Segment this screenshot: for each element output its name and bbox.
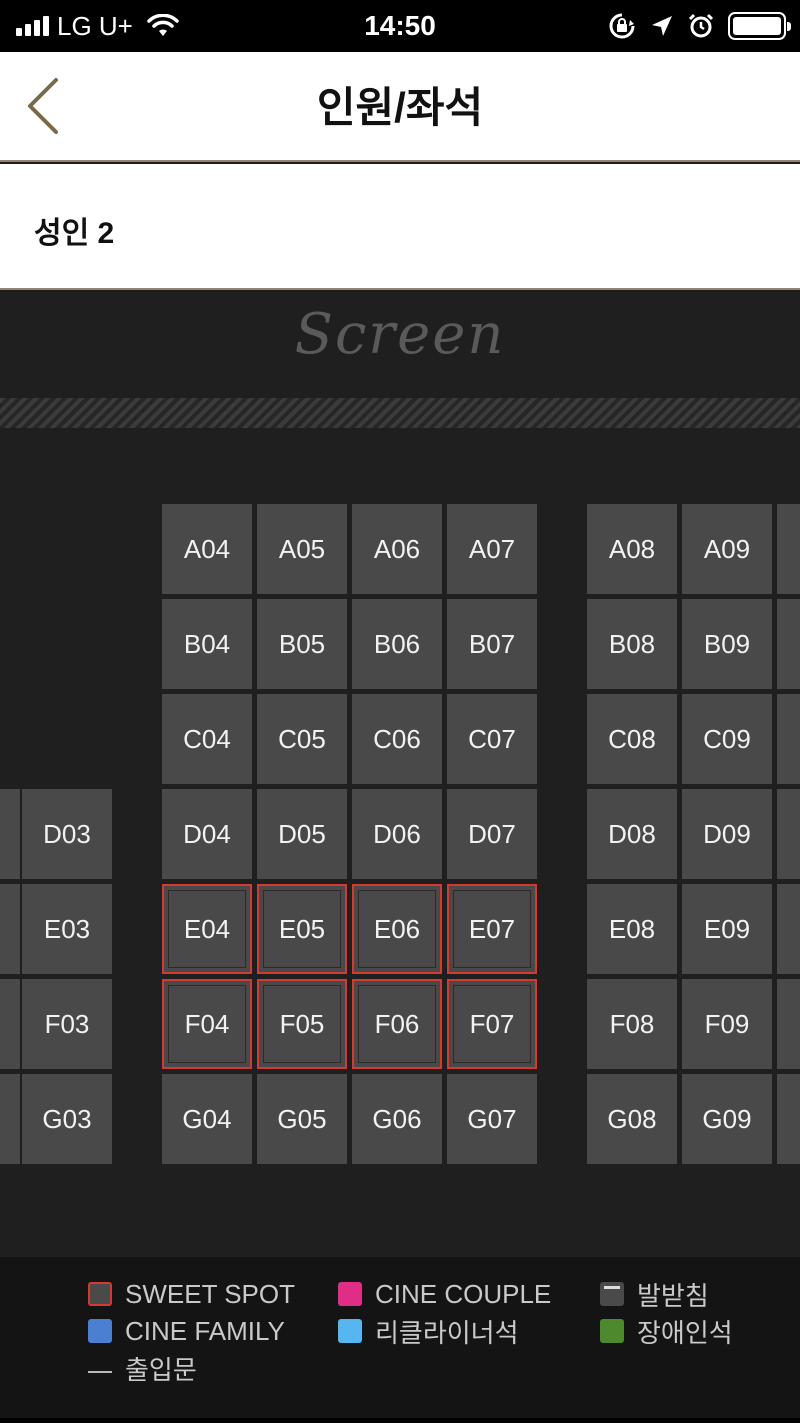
seat-b04[interactable]: B04 [162, 599, 252, 689]
seat-a06[interactable]: A06 [352, 504, 442, 594]
seat-e10[interactable] [777, 884, 800, 974]
legend-cine-couple: CINE COUPLE [338, 1279, 551, 1309]
seat-b07[interactable]: B07 [447, 599, 537, 689]
seat-e00[interactable] [0, 884, 20, 974]
seat-g09[interactable]: G09 [682, 1074, 772, 1164]
seat-g06[interactable]: G06 [352, 1074, 442, 1164]
seat-a09[interactable]: A09 [682, 504, 772, 594]
seat-d10[interactable] [777, 789, 800, 879]
seat-d00[interactable] [0, 789, 20, 879]
seat-f09[interactable]: F09 [682, 979, 772, 1069]
seat-b08[interactable]: B08 [587, 599, 677, 689]
seat-g07[interactable]: G07 [447, 1074, 537, 1164]
legend-label: 발받침 [637, 1280, 709, 1311]
footrest-swatch [600, 1282, 624, 1306]
screen-label: Screen [294, 302, 506, 367]
legend-label: 장애인석 [637, 1317, 733, 1348]
recliner-swatch [338, 1319, 362, 1343]
seat-f04[interactable]: F04 [162, 979, 252, 1069]
seat-c08[interactable]: C08 [587, 694, 677, 784]
legend-cine-family: CINE FAMILY [88, 1316, 285, 1346]
seat-legend: SWEET SPOT CINE COUPLE 발받침 CINE FAMILY 리… [0, 1257, 800, 1423]
seat-e07[interactable]: E07 [447, 884, 537, 974]
sweet-spot-swatch [88, 1282, 112, 1306]
seat-e03[interactable]: E03 [22, 884, 112, 974]
people-count-label: 성인 2 [34, 217, 115, 250]
bottom-edge [0, 1418, 800, 1423]
battery-icon [728, 12, 791, 40]
seat-f06[interactable]: F06 [352, 979, 442, 1069]
seat-g05[interactable]: G05 [257, 1074, 347, 1164]
seat-c06[interactable]: C06 [352, 694, 442, 784]
seat-e09[interactable]: E09 [682, 884, 772, 974]
seat-d06[interactable]: D06 [352, 789, 442, 879]
screen-bar [0, 398, 800, 428]
page-title: 인원/좌석 [316, 84, 484, 131]
seat-d03[interactable]: D03 [22, 789, 112, 879]
status-right [608, 10, 791, 42]
seat-g00[interactable] [0, 1074, 20, 1164]
seat-g10[interactable] [777, 1074, 800, 1164]
rotation-lock-icon [609, 13, 635, 39]
seat-d08[interactable]: D08 [587, 789, 677, 879]
exit-swatch [88, 1356, 112, 1380]
seat-f00[interactable] [0, 979, 20, 1069]
seat-a10[interactable] [777, 504, 800, 594]
seat-d04[interactable]: D04 [162, 789, 252, 879]
seat-b05[interactable]: B05 [257, 599, 347, 689]
people-selector[interactable]: 성인 2 [0, 164, 800, 290]
seat-b09[interactable]: B09 [682, 599, 772, 689]
seat-a04[interactable]: A04 [162, 504, 252, 594]
cine-couple-swatch [338, 1282, 362, 1306]
seat-c07[interactable]: C07 [447, 694, 537, 784]
seat-g03[interactable]: G03 [22, 1074, 112, 1164]
legend-label: CINE COUPLE [375, 1278, 552, 1309]
legend-recliner: 리클라이너석 [338, 1316, 519, 1348]
legend-sweet-spot: SWEET SPOT [88, 1279, 295, 1309]
location-arrow-icon [652, 16, 672, 36]
seat-e05[interactable]: E05 [257, 884, 347, 974]
seat-f03[interactable]: F03 [22, 979, 112, 1069]
header: 인원/좌석 [0, 52, 800, 162]
seat-b10[interactable] [777, 599, 800, 689]
seat-f05[interactable]: F05 [257, 979, 347, 1069]
legend-label: SWEET SPOT [125, 1278, 295, 1309]
seat-f10[interactable] [777, 979, 800, 1069]
seat-a07[interactable]: A07 [447, 504, 537, 594]
legend-label: 리클라이너석 [375, 1317, 519, 1348]
legend-exit: 출입문 [88, 1353, 197, 1385]
legend-disabled: 장애인석 [600, 1316, 733, 1348]
seat-f08[interactable]: F08 [587, 979, 677, 1069]
seat-e06[interactable]: E06 [352, 884, 442, 974]
disabled-swatch [600, 1319, 624, 1343]
seat-d05[interactable]: D05 [257, 789, 347, 879]
seat-g04[interactable]: G04 [162, 1074, 252, 1164]
status-bar: LG U+ 14:50 [0, 0, 800, 52]
alarm-icon [688, 13, 714, 38]
seat-c09[interactable]: C09 [682, 694, 772, 784]
seat-c10[interactable] [777, 694, 800, 784]
legend-label: CINE FAMILY [125, 1315, 285, 1346]
cine-family-swatch [88, 1319, 112, 1343]
legend-footrest: 발받침 [600, 1279, 709, 1311]
seat-map[interactable]: Screen A04 A05 A06 A07 A08 A09 B04 B05 B06 B07 B08… [0, 292, 800, 1257]
seat-a08[interactable]: A08 [587, 504, 677, 594]
seat-e04[interactable]: E04 [162, 884, 252, 974]
seat-d09[interactable]: D09 [682, 789, 772, 879]
seat-g08[interactable]: G08 [587, 1074, 677, 1164]
seat-b06[interactable]: B06 [352, 599, 442, 689]
seat-d07[interactable]: D07 [447, 789, 537, 879]
seat-a05[interactable]: A05 [257, 504, 347, 594]
seat-c05[interactable]: C05 [257, 694, 347, 784]
seat-c04[interactable]: C04 [162, 694, 252, 784]
seat-e08[interactable]: E08 [587, 884, 677, 974]
seat-f07[interactable]: F07 [447, 979, 537, 1069]
legend-label: 출입문 [125, 1354, 197, 1385]
